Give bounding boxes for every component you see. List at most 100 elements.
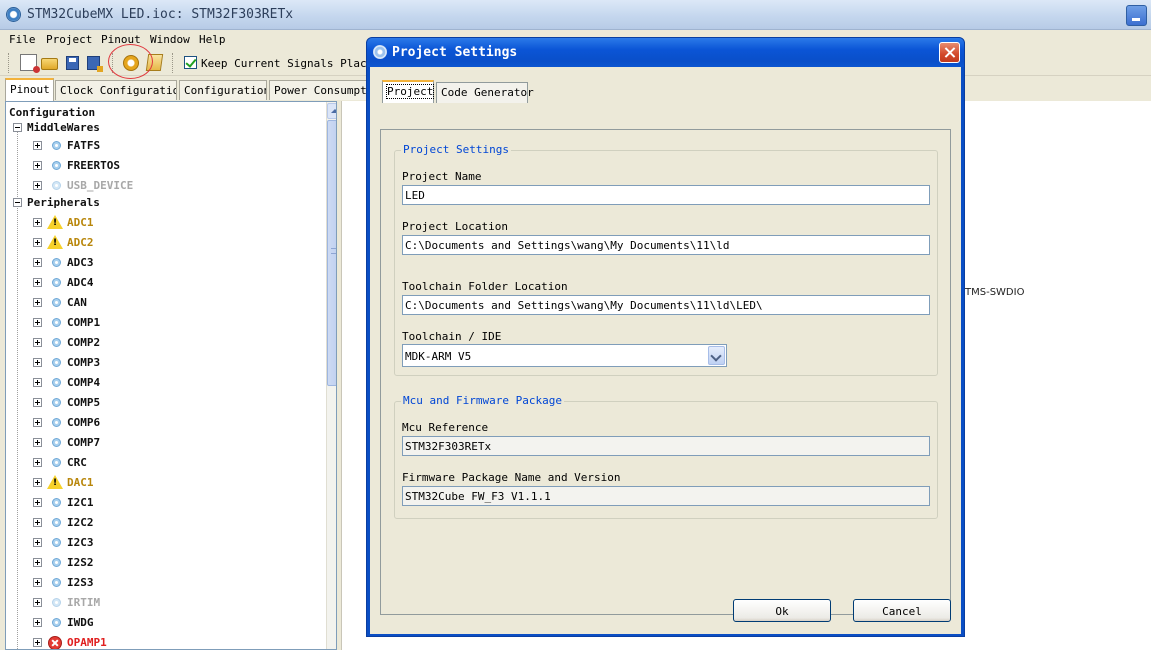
- expand-icon[interactable]: [33, 181, 42, 190]
- collapse-icon[interactable]: [13, 198, 22, 207]
- tree-item[interactable]: I2C1: [6, 494, 322, 512]
- tab-pinout[interactable]: Pinout: [5, 78, 54, 101]
- expand-icon[interactable]: [33, 358, 42, 367]
- save-project-icon[interactable]: [66, 56, 79, 70]
- status-ok-icon: [52, 578, 61, 587]
- expand-icon[interactable]: [33, 438, 42, 447]
- menu-file[interactable]: File: [9, 33, 36, 46]
- tree-item[interactable]: USB_DEVICE: [6, 177, 322, 195]
- keep-signals-checkbox[interactable]: [184, 56, 197, 69]
- expand-icon[interactable]: [33, 518, 42, 527]
- close-icon[interactable]: [939, 42, 960, 63]
- save-as-icon[interactable]: [87, 56, 103, 72]
- status-ok-icon: [52, 438, 61, 447]
- expand-icon[interactable]: [33, 418, 42, 427]
- cancel-button[interactable]: Cancel: [853, 599, 951, 622]
- tree-item-label: COMP6: [67, 416, 101, 429]
- tree-item[interactable]: COMP6: [6, 414, 322, 432]
- project-location-label: Project Location: [402, 220, 508, 233]
- tree-item-label: DAC1: [67, 476, 94, 489]
- menu-window[interactable]: Window: [150, 33, 190, 46]
- highlight-circle-annotation: [108, 44, 153, 79]
- status-disabled-icon: [52, 181, 61, 190]
- menu-project[interactable]: Project: [46, 33, 92, 46]
- toolchain-ide-label: Toolchain / IDE: [402, 330, 502, 343]
- tree-item[interactable]: IRTIM: [6, 594, 322, 612]
- tree-item[interactable]: I2S3: [6, 574, 322, 592]
- toolchain-folder-input[interactable]: C:\Documents and Settings\wang\My Docume…: [402, 295, 930, 315]
- tree-item[interactable]: FATFS: [6, 137, 322, 155]
- tree-item-label: COMP7: [67, 436, 101, 449]
- tree-scrollbar[interactable]: [326, 102, 336, 649]
- expand-icon[interactable]: [33, 218, 42, 227]
- dialog-app-icon: [373, 45, 387, 59]
- tab-power-consumption[interactable]: Power Consumption Calculator: [269, 80, 369, 100]
- tree-item[interactable]: COMP2: [6, 334, 322, 352]
- expand-icon[interactable]: [33, 478, 42, 487]
- warning-icon: [47, 215, 63, 229]
- warning-icon: [47, 235, 63, 249]
- status-ok-icon: [52, 161, 61, 170]
- collapse-icon[interactable]: [13, 123, 22, 132]
- tree-item[interactable]: IWDG: [6, 614, 322, 632]
- new-project-icon[interactable]: [20, 54, 40, 73]
- expand-icon[interactable]: [33, 558, 42, 567]
- tree-item[interactable]: CAN: [6, 294, 322, 312]
- app-titlebar: STM32CubeMX LED.ioc: STM32F303RETx: [0, 0, 1151, 30]
- tree-item[interactable]: I2S2: [6, 554, 322, 572]
- expand-icon[interactable]: [33, 618, 42, 627]
- tree-item[interactable]: COMP1: [6, 314, 322, 332]
- expand-icon[interactable]: [33, 598, 42, 607]
- expand-icon[interactable]: [33, 258, 42, 267]
- tree-group-peripherals[interactable]: Peripherals: [6, 194, 322, 212]
- dialog-body: Project Code Generator Project Settings …: [370, 67, 961, 634]
- expand-icon[interactable]: [33, 458, 42, 467]
- tree-group-middlewares[interactable]: MiddleWares: [6, 119, 322, 137]
- chevron-down-icon[interactable]: [708, 346, 725, 365]
- mcu-firmware-group: Mcu and Firmware Package Mcu Reference S…: [394, 394, 938, 519]
- tree-item[interactable]: I2C2: [6, 514, 322, 532]
- minimize-button[interactable]: [1126, 5, 1147, 26]
- tree-item[interactable]: I2C3: [6, 534, 322, 552]
- expand-icon[interactable]: [33, 538, 42, 547]
- expand-icon[interactable]: [33, 161, 42, 170]
- project-name-input[interactable]: LED: [402, 185, 930, 205]
- tree-item[interactable]: OPAMP1: [6, 634, 322, 649]
- tree-item[interactable]: COMP5: [6, 394, 322, 412]
- tab-configuration[interactable]: Configuration: [179, 80, 267, 100]
- project-location-input[interactable]: C:\Documents and Settings\wang\My Docume…: [402, 235, 930, 255]
- tree-item[interactable]: CRC: [6, 454, 322, 472]
- tree-item[interactable]: ADC3: [6, 254, 322, 272]
- tree-item[interactable]: COMP3: [6, 354, 322, 372]
- open-project-icon[interactable]: [41, 58, 58, 70]
- tree-item[interactable]: COMP7: [6, 434, 322, 452]
- expand-icon[interactable]: [33, 498, 42, 507]
- tab-project[interactable]: Project: [382, 80, 435, 103]
- expand-icon[interactable]: [33, 278, 42, 287]
- scroll-up-arrow-icon[interactable]: [327, 103, 336, 119]
- tree-item-label: IWDG: [67, 616, 94, 629]
- expand-icon[interactable]: [33, 238, 42, 247]
- tree-item-label: CRC: [67, 456, 87, 469]
- menu-help[interactable]: Help: [199, 33, 226, 46]
- expand-icon[interactable]: [33, 338, 42, 347]
- tree-item[interactable]: DAC1: [6, 474, 322, 492]
- tree-item[interactable]: ADC4: [6, 274, 322, 292]
- tree-item[interactable]: ADC1: [6, 214, 322, 232]
- status-ok-icon: [52, 258, 61, 267]
- expand-icon[interactable]: [33, 141, 42, 150]
- tab-clock-configuration[interactable]: Clock Configuration: [55, 80, 177, 100]
- expand-icon[interactable]: [33, 298, 42, 307]
- expand-icon[interactable]: [33, 638, 42, 647]
- expand-icon[interactable]: [33, 398, 42, 407]
- expand-icon[interactable]: [33, 318, 42, 327]
- tree-item[interactable]: COMP4: [6, 374, 322, 392]
- ok-button[interactable]: Ok: [733, 599, 831, 622]
- project-settings-group: Project Settings Project Name LED Projec…: [394, 143, 938, 376]
- tree-item[interactable]: ADC2: [6, 234, 322, 252]
- toolchain-ide-select[interactable]: MDK-ARM V5: [402, 344, 727, 367]
- expand-icon[interactable]: [33, 578, 42, 587]
- tree-item[interactable]: FREERTOS: [6, 157, 322, 175]
- expand-icon[interactable]: [33, 378, 42, 387]
- tab-code-generator[interactable]: Code Generator: [436, 82, 534, 103]
